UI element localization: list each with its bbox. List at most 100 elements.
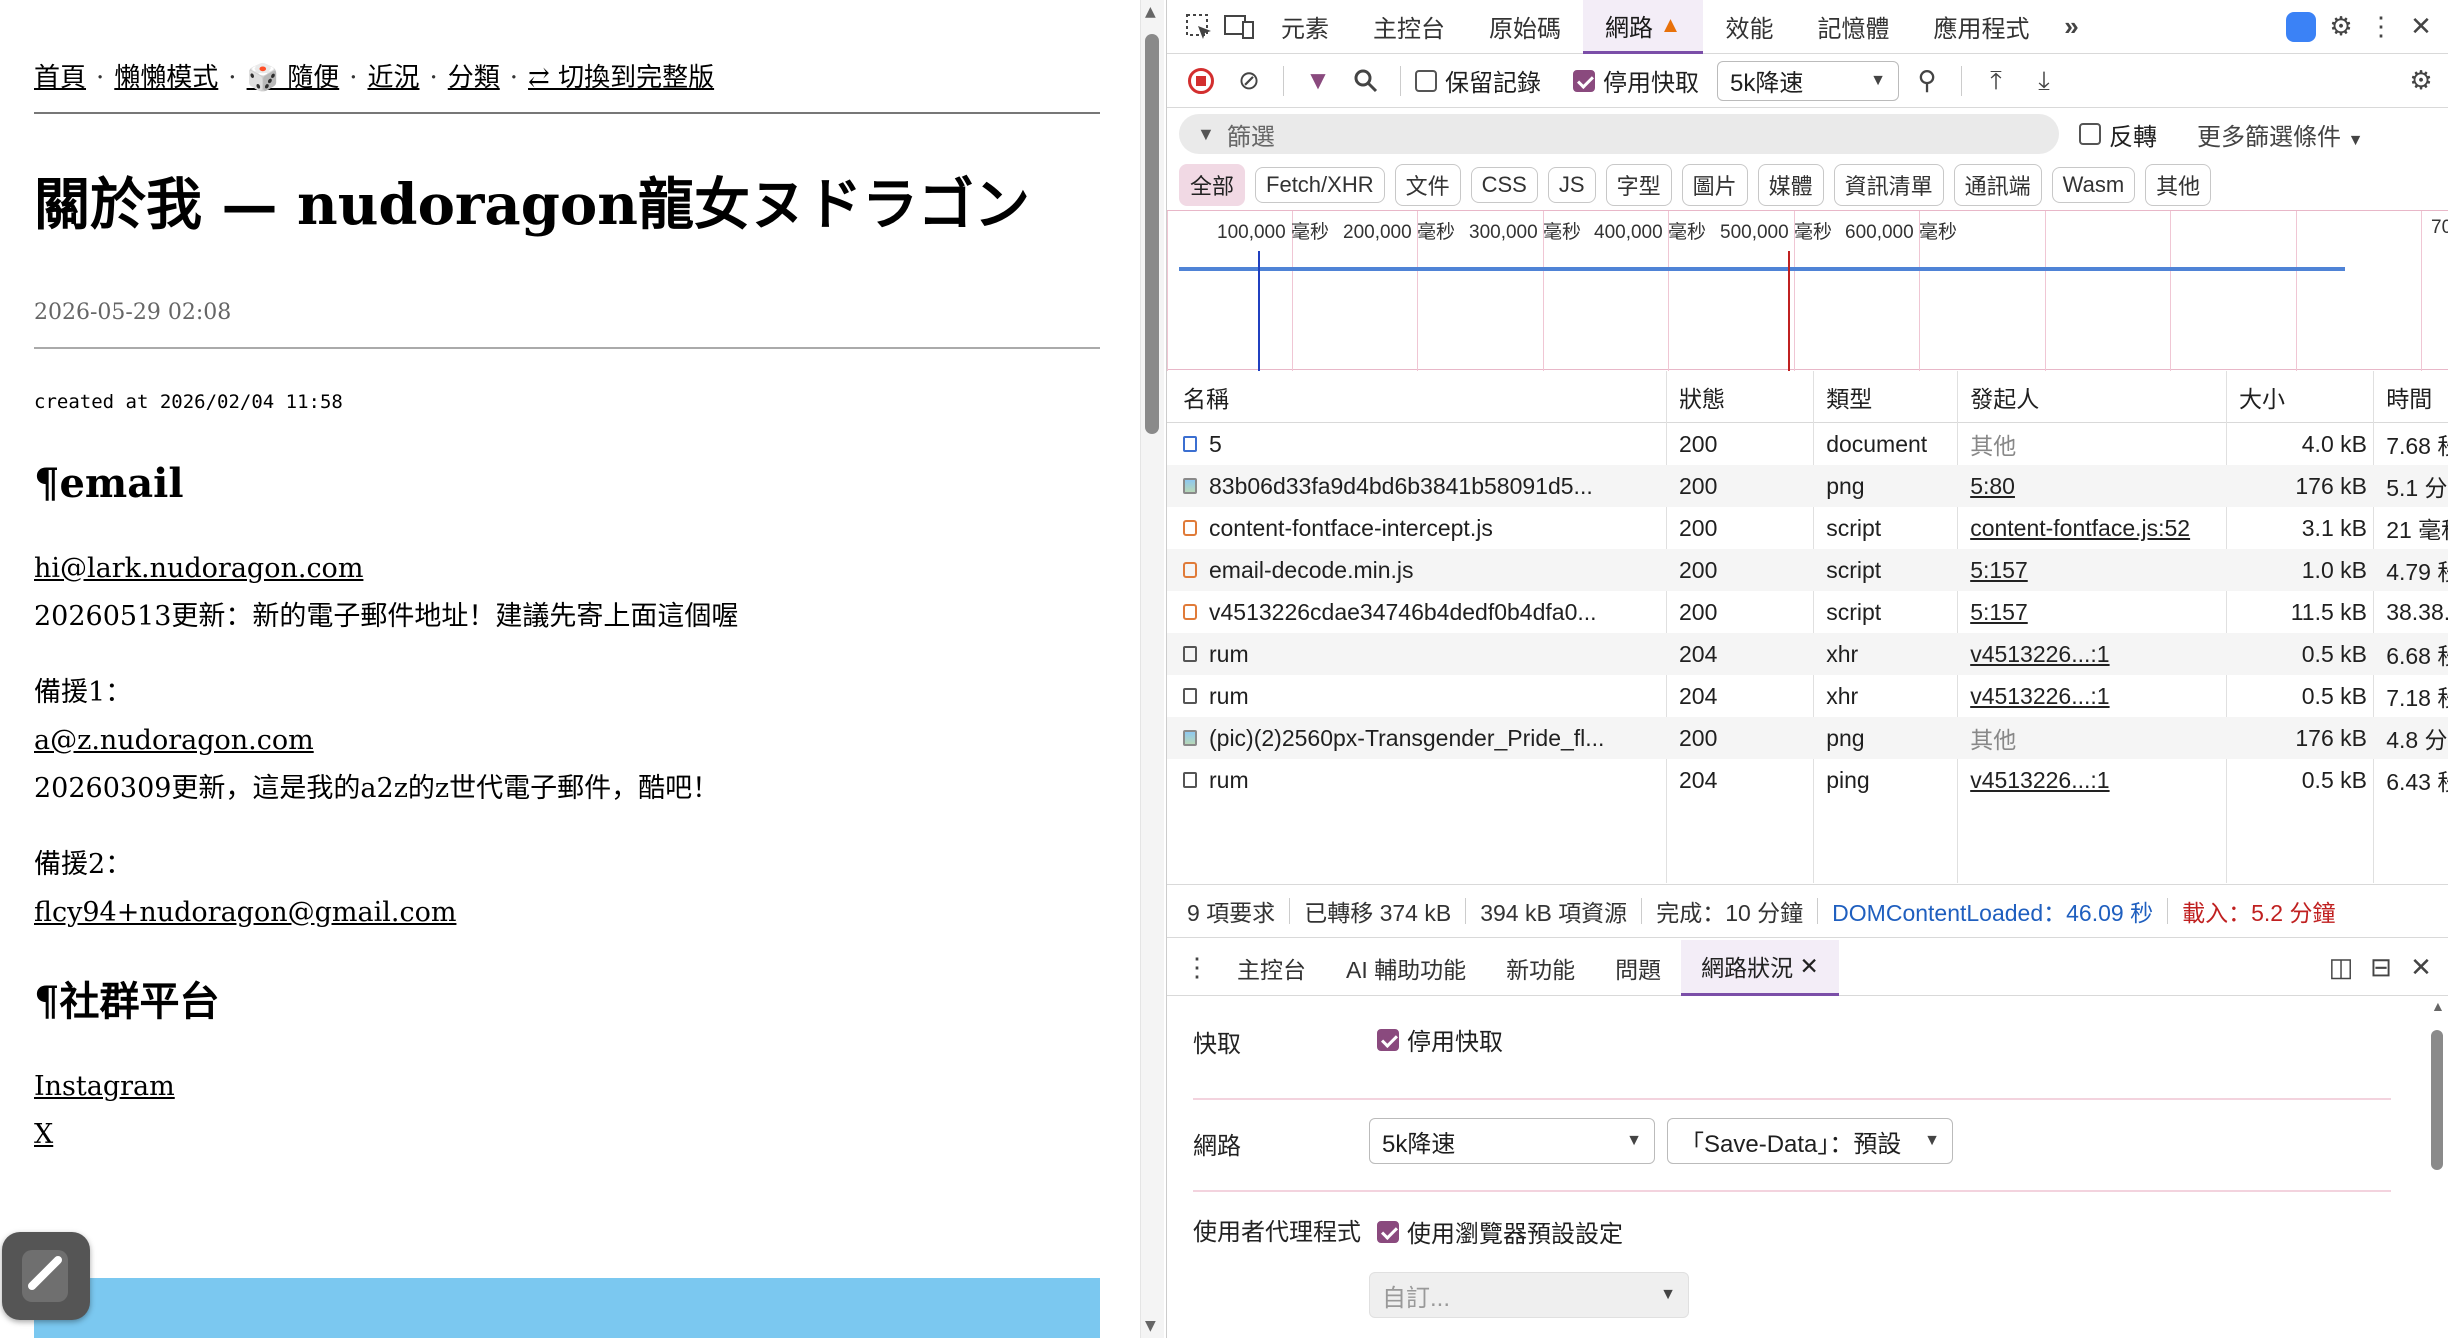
dock-bottom-icon[interactable]: ⊟: [2361, 948, 2401, 988]
close-tab-icon[interactable]: ✕: [1800, 953, 1819, 980]
table-row[interactable]: 83b06d33fa9d4bd6b3841b58091d5... 200 png 5:…: [1167, 465, 2448, 507]
column-header-initiator[interactable]: 發起人: [1970, 380, 2226, 414]
request-name-cell[interactable]: v4513226cdae34746b4dedf0b4dfa0...: [1183, 591, 1657, 633]
drawer-tab-issues[interactable]: 問題: [1595, 940, 1681, 996]
column-header-name[interactable]: 名稱: [1183, 380, 1663, 414]
type-filter-doc[interactable]: 文件: [1394, 164, 1461, 206]
nav-random-link[interactable]: 🎲 隨便: [247, 63, 340, 93]
preserve-log-checkbox[interactable]: 保留記錄: [1415, 63, 1541, 98]
request-initiator[interactable]: 5:80: [1970, 465, 2220, 507]
filter-input[interactable]: ▼ 篩選: [1179, 114, 2059, 154]
type-filter-ws[interactable]: 通訊端: [1953, 164, 2042, 206]
tab-sources[interactable]: 原始碼: [1467, 0, 1583, 54]
drawer-tab-network-conditions[interactable]: 網路狀況 ✕: [1681, 939, 1839, 996]
nav-lazy-mode-link[interactable]: 懶懶模式: [114, 63, 218, 93]
type-filter-img[interactable]: 圖片: [1681, 164, 1748, 206]
scroll-thumb[interactable]: [1145, 34, 1159, 434]
close-drawer-icon[interactable]: ✕: [2401, 948, 2441, 988]
device-toolbar-icon[interactable]: [1219, 7, 1259, 47]
tab-network[interactable]: 網路 ▲: [1583, 0, 1704, 54]
save-data-select[interactable]: 「Save-Data」：預設 ▼: [1667, 1118, 1953, 1164]
nav-recent-link[interactable]: 近況: [367, 63, 419, 93]
search-icon[interactable]: [1346, 61, 1386, 101]
scroll-thumb[interactable]: [2431, 1030, 2443, 1170]
tab-console[interactable]: 主控台: [1351, 0, 1467, 54]
backup1-email-link[interactable]: a@z.nudoragon.com: [34, 725, 314, 756]
request-initiator[interactable]: v4513226...:1: [1970, 675, 2220, 717]
request-initiator[interactable]: v4513226...:1: [1970, 633, 2220, 675]
drawer-menu-icon[interactable]: ⋮: [1177, 948, 1217, 988]
type-filter-wasm[interactable]: Wasm: [2051, 167, 2136, 203]
scroll-down-icon[interactable]: ▼: [1145, 1318, 1156, 1334]
type-filter-all[interactable]: 全部: [1179, 164, 1246, 206]
type-filter-js[interactable]: JS: [1547, 167, 1596, 203]
request-initiator[interactable]: content-fontface.js:52: [1970, 507, 2220, 549]
panel-scrollbar[interactable]: ▲: [2427, 996, 2447, 1338]
drawer-tab-ai-assistance[interactable]: AI 輔助功能: [1326, 940, 1486, 996]
column-header-size[interactable]: 大小: [2239, 380, 2367, 414]
scroll-up-icon[interactable]: ▲: [1145, 4, 1156, 20]
export-har-icon[interactable]: ⤓: [2024, 61, 2064, 101]
email-primary-link[interactable]: hi@lark.nudoragon.com: [34, 553, 363, 584]
import-har-icon[interactable]: ⤒: [1976, 61, 2016, 101]
request-name-cell[interactable]: content-fontface-intercept.js: [1183, 507, 1657, 549]
network-settings-gear-icon[interactable]: ⚙: [2401, 61, 2441, 101]
request-name-cell[interactable]: rum: [1183, 759, 1657, 801]
throttle-select[interactable]: 5k降速 ▼: [1717, 60, 1899, 101]
table-row[interactable]: email-decode.min.js 200 script 5:157 1.0 kB 4…: [1167, 549, 2448, 591]
filter-icon[interactable]: ▼: [1298, 61, 1338, 101]
type-filter-media[interactable]: 媒體: [1757, 164, 1824, 206]
network-conditions-icon[interactable]: ⚲: [1907, 61, 1947, 101]
request-name-cell[interactable]: email-decode.min.js: [1183, 549, 1657, 591]
ai-assistant-icon[interactable]: [2281, 7, 2321, 47]
request-name-cell[interactable]: rum: [1183, 675, 1657, 717]
table-row[interactable]: rum 204 xhr v4513226...:1 0.5 kB 7.18 秒: [1167, 675, 2448, 717]
tab-application[interactable]: 應用程式: [1911, 0, 2051, 54]
tab-performance[interactable]: 效能: [1703, 0, 1795, 54]
column-header-type[interactable]: 類型: [1826, 380, 1954, 414]
record-stop-icon[interactable]: [1181, 61, 1221, 101]
type-filter-manifest[interactable]: 資訊清單: [1833, 164, 1944, 206]
nav-category-link[interactable]: 分類: [448, 63, 500, 93]
type-filter-css[interactable]: CSS: [1470, 167, 1538, 203]
table-row[interactable]: rum 204 xhr v4513226...:1 0.5 kB 6.68 秒: [1167, 633, 2448, 675]
request-name-cell[interactable]: (pic)(2)2560px-Transgender_Pride_fl...: [1183, 717, 1657, 759]
kebab-menu-icon[interactable]: ⋮: [2361, 7, 2401, 47]
request-initiator[interactable]: 5:157: [1970, 549, 2220, 591]
column-header-status[interactable]: 狀態: [1679, 380, 1807, 414]
more-filters-dropdown[interactable]: 更多篩選條件 ▼: [2197, 117, 2364, 152]
type-filter-font[interactable]: 字型: [1605, 164, 1672, 206]
table-row[interactable]: v4513226cdae34746b4dedf0b4dfa0... 200 scri…: [1167, 591, 2448, 633]
page-scrollbar[interactable]: ▲ ▼: [1140, 0, 1164, 1338]
request-name-cell[interactable]: 83b06d33fa9d4bd6b3841b58091d5...: [1183, 465, 1657, 507]
disable-cache-option[interactable]: 停用快取: [1377, 1022, 1503, 1057]
request-initiator[interactable]: 5:157: [1970, 591, 2220, 633]
x-link[interactable]: X: [34, 1119, 53, 1150]
nav-switch-full-link[interactable]: ⇄ 切換到完整版: [528, 63, 714, 93]
scroll-up-icon[interactable]: ▲: [2431, 998, 2445, 1014]
more-tabs-icon[interactable]: »: [2051, 7, 2091, 47]
table-row[interactable]: (pic)(2)2560px-Transgender_Pride_fl... 20…: [1167, 717, 2448, 759]
network-throttle-select[interactable]: 5k降速 ▼: [1369, 1118, 1655, 1164]
close-devtools-icon[interactable]: ✕: [2401, 7, 2441, 47]
floating-app-button[interactable]: [2, 1232, 90, 1320]
disable-cache-checkbox[interactable]: 停用快取: [1573, 63, 1699, 98]
type-filter-fetch-xhr[interactable]: Fetch/XHR: [1255, 167, 1385, 203]
request-name-cell[interactable]: rum: [1183, 633, 1657, 675]
custom-user-agent-select[interactable]: 自訂... ▼: [1369, 1272, 1689, 1318]
table-row[interactable]: content-fontface-intercept.js 200 script co…: [1167, 507, 2448, 549]
table-row[interactable]: rum 204 ping v4513226...:1 0.5 kB 6.43 秒: [1167, 759, 2448, 801]
clear-icon[interactable]: ⊘: [1229, 61, 1269, 101]
column-header-time[interactable]: 時間: [2386, 380, 2448, 414]
inspect-element-icon[interactable]: [1179, 7, 1219, 47]
timeline-overview[interactable]: 100,000 毫秒 200,000 毫秒 300,000 毫秒 400,000…: [1167, 210, 2448, 371]
tab-memory[interactable]: 記憶體: [1795, 0, 1911, 54]
invert-checkbox[interactable]: 反轉: [2079, 117, 2157, 152]
dock-side-icon[interactable]: ◫: [2321, 948, 2361, 988]
table-row[interactable]: 5 200 document 其他 4.0 kB 7.68 秒: [1167, 423, 2448, 465]
nav-home-link[interactable]: 首頁: [34, 63, 86, 93]
settings-gear-icon[interactable]: ⚙: [2321, 7, 2361, 47]
instagram-link[interactable]: Instagram: [34, 1071, 175, 1102]
request-initiator[interactable]: v4513226...:1: [1970, 759, 2220, 801]
type-filter-other[interactable]: 其他: [2145, 164, 2212, 206]
